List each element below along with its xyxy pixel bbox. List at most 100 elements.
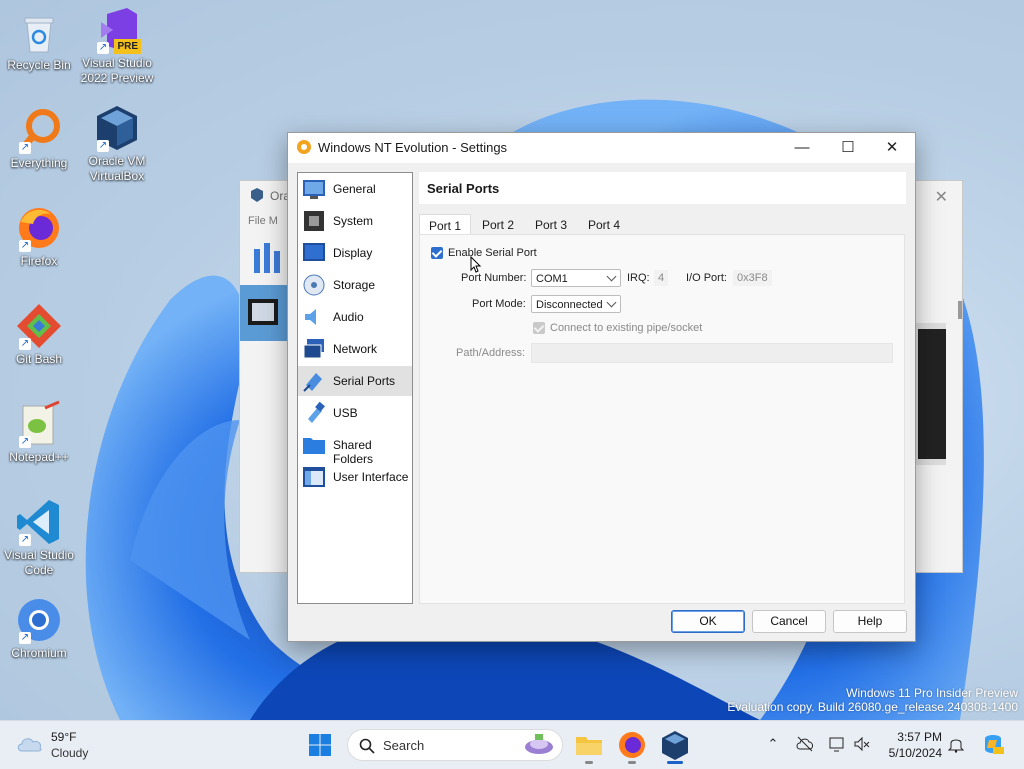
path-address-field[interactable]	[531, 343, 893, 363]
port-mode-select[interactable]: Disconnected	[531, 295, 621, 313]
search-icon	[359, 738, 375, 754]
usb-icon	[308, 401, 325, 423]
tab-port-3[interactable]: Port 3	[526, 214, 576, 236]
maximize-button[interactable]: ☐	[825, 133, 871, 163]
nav-item-storage[interactable]: Storage	[298, 270, 412, 300]
bg-window-close-icon[interactable]: ✕	[935, 187, 948, 207]
clock-time: 3:57 PM	[897, 730, 942, 744]
taskbar-firefox[interactable]	[616, 729, 648, 764]
desktop-icon-oracle-vm-virtualbox[interactable]: ↗ Oracle VM VirtualBox	[78, 104, 156, 184]
desktop-icon-recycle-bin[interactable]: Recycle Bin	[0, 8, 78, 73]
irq-label: IRQ:	[627, 272, 650, 284]
taskbar-file-explorer[interactable]	[573, 729, 605, 764]
chevron-down-icon	[606, 271, 617, 282]
nav-item-label: Serial Ports	[333, 374, 396, 388]
nav-item-label: Display	[333, 246, 373, 260]
search-placeholder: Search	[383, 738, 425, 753]
port-mode-value: Disconnected	[536, 299, 603, 311]
desktop-icon-label: Everything	[10, 156, 68, 170]
tools-icon[interactable]	[250, 239, 290, 277]
display-icon	[303, 243, 325, 261]
close-button[interactable]: ✕	[869, 133, 915, 163]
port-number-select[interactable]: COM1	[531, 269, 621, 287]
io-port-field[interactable]: 0x3F8	[733, 270, 772, 286]
firefox-icon: ↗	[15, 204, 63, 252]
active-indicator	[667, 761, 683, 764]
volume-muted-icon[interactable]	[853, 735, 871, 753]
dialog-titlebar[interactable]: Windows NT Evolution - Settings — ☐ ✕	[288, 133, 915, 163]
shortcut-arrow-icon: ↗	[97, 140, 109, 152]
weather-condition[interactable]: Cloudy	[51, 746, 88, 760]
shortcut-arrow-icon: ↗	[19, 436, 31, 448]
nav-item-network[interactable]: Network	[298, 334, 412, 364]
taskbar-clock[interactable]: 3:57 PM 5/10/2024	[880, 729, 942, 761]
nav-item-label: Network	[333, 342, 378, 356]
enable-serial-port-checkbox[interactable]	[431, 247, 443, 259]
nav-item-system[interactable]: System	[298, 206, 412, 236]
cloud-sync-off-icon[interactable]	[796, 735, 814, 753]
network-icon	[303, 339, 324, 359]
running-indicator	[628, 761, 636, 764]
desktop-icon-visual-studio-code[interactable]: ↗ Visual Studio Code	[0, 498, 78, 578]
windows-nt-os-icon	[248, 299, 278, 325]
desktop-icon-chromium[interactable]: ↗ Chromium	[0, 596, 78, 661]
virtualbox-icon: ↗	[93, 104, 141, 152]
connect-existing-checkbox[interactable]	[533, 322, 545, 334]
cloud-icon[interactable]	[16, 733, 44, 753]
bg-window-scrollbar[interactable]	[958, 301, 962, 319]
shortcut-arrow-icon: ↗	[97, 42, 109, 54]
virtualbox-small-icon	[251, 188, 263, 202]
nav-item-usb[interactable]: USB	[298, 398, 412, 428]
panel-header: Serial Ports	[419, 172, 906, 204]
network-display-icon[interactable]	[828, 735, 846, 753]
copilot-icon[interactable]	[981, 732, 1005, 756]
desktop-icon-label: Git Bash	[15, 352, 63, 366]
desktop-icon-firefox[interactable]: ↗ Firefox	[0, 204, 78, 269]
settings-dialog[interactable]: Windows NT Evolution - Settings — ☐ ✕ Ge…	[287, 132, 916, 642]
minimize-button[interactable]: —	[779, 133, 825, 163]
chevron-up-icon[interactable]: ⌃	[764, 735, 782, 753]
nav-item-audio[interactable]: Audio	[298, 302, 412, 332]
storage-icon	[303, 274, 325, 296]
io-port-label: I/O Port:	[686, 272, 727, 284]
port-1-page: Enable Serial Port Port Number: COM1 IRQ…	[419, 234, 905, 604]
cancel-button[interactable]: Cancel	[752, 610, 826, 633]
mouse-cursor-icon	[470, 256, 482, 273]
desktop-icon-label: Visual Studio 2022 Preview	[80, 56, 154, 85]
irq-field[interactable]: 4	[654, 270, 669, 286]
desktop-icon-notepad-plus-plus[interactable]: ↗ Notepad++	[0, 400, 78, 465]
shortcut-arrow-icon: ↗	[19, 534, 31, 546]
nav-item-shared-folders[interactable]: Shared Folders	[298, 430, 412, 466]
vm-list-item-selected[interactable]	[240, 285, 288, 341]
nav-item-user-interface[interactable]: User Interface	[298, 462, 412, 492]
taskbar-search-box[interactable]: Search	[347, 729, 563, 761]
bg-window-menubar[interactable]: File M	[248, 215, 278, 227]
nav-item-display[interactable]: Display	[298, 238, 412, 268]
ok-button[interactable]: OK	[671, 610, 745, 633]
help-button[interactable]: Help	[833, 610, 907, 633]
nav-item-serial-ports[interactable]: Serial Ports	[298, 366, 412, 396]
desktop-icon-everything[interactable]: ↗ Everything	[0, 106, 78, 171]
notification-bell-icon[interactable]	[947, 735, 965, 753]
taskbar-virtualbox[interactable]	[659, 729, 691, 764]
desktop-icon-git-bash[interactable]: ↗ Git Bash	[0, 302, 78, 367]
weather-temperature[interactable]: 59°F	[51, 730, 76, 744]
tab-port-2[interactable]: Port 2	[473, 214, 523, 236]
audio-icon	[305, 309, 316, 325]
desktop-icon-label: Recycle Bin	[7, 58, 71, 72]
windows-start-icon[interactable]	[308, 733, 332, 757]
nav-item-label: User Interface	[333, 470, 409, 484]
windows-watermark: Windows 11 Pro Insider Preview Evaluatio…	[727, 686, 1018, 714]
path-address-label: Path/Address:	[456, 347, 526, 359]
visual-studio-icon: PRE ↗	[93, 6, 141, 54]
watermark-line-2: Evaluation copy. Build 26080.ge_release.…	[727, 700, 1018, 714]
search-highlight-icon	[525, 734, 553, 754]
desktop-icon-visual-studio-2022-preview[interactable]: PRE ↗ Visual Studio 2022 Preview	[78, 6, 156, 86]
tab-port-4[interactable]: Port 4	[579, 214, 629, 236]
nav-item-general[interactable]: General	[298, 174, 412, 204]
nav-item-label: Storage	[333, 278, 376, 292]
desktop-icon-label: Visual Studio Code	[4, 548, 74, 577]
maximize-icon: ☐	[841, 139, 855, 156]
enable-serial-port-label[interactable]: Enable Serial Port	[448, 247, 537, 259]
firefox-icon	[619, 732, 645, 758]
